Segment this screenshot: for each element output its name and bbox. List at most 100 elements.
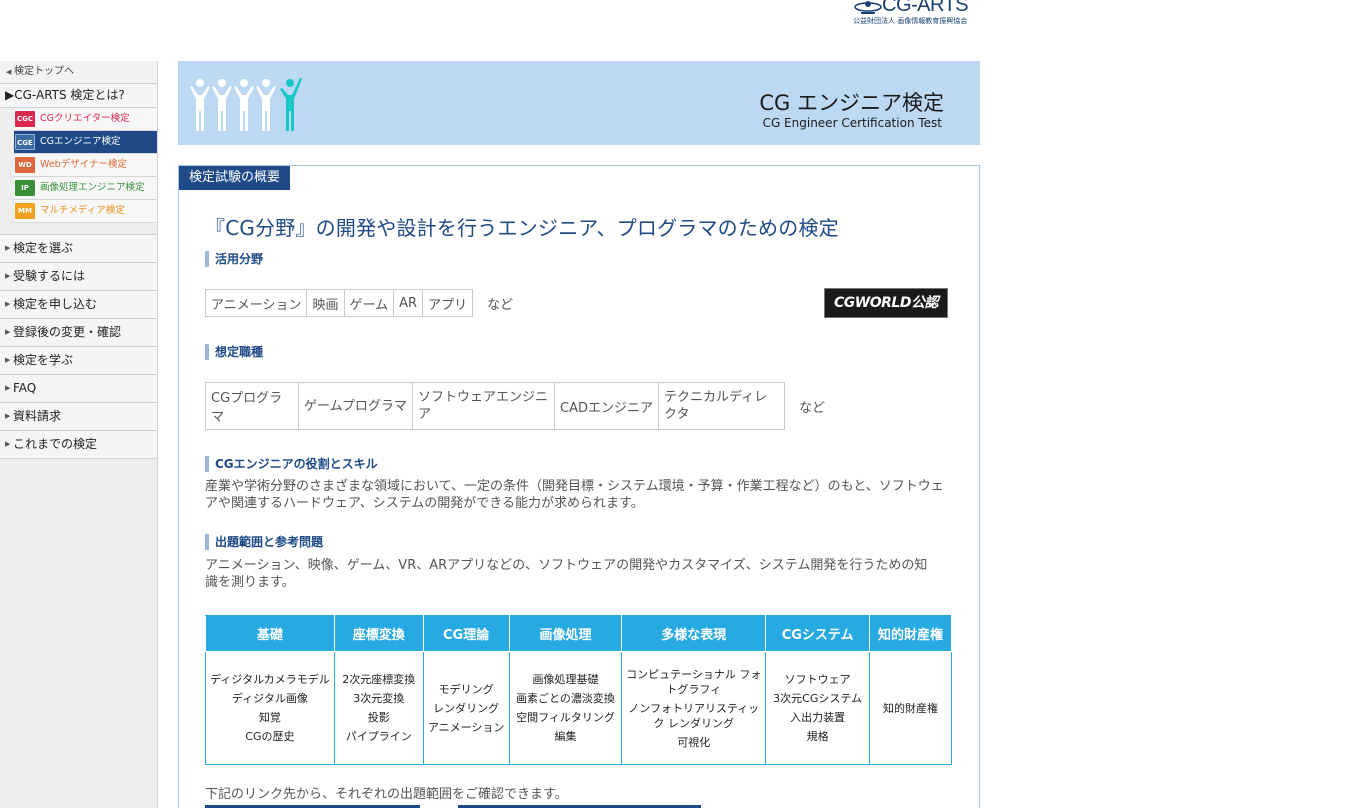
people-icon [190,78,302,131]
sidebar-exam-label: マルチメディア検定 [40,205,125,216]
sidebar-exam-web-designer[interactable]: WD Webデザイナー検定 [14,154,157,177]
sidebar-exam-cg-engineer[interactable]: CGE CGエンジニア検定 [14,131,157,154]
category-item: 空間フィルタリング [516,711,615,724]
jobs-tag-list: CGプログラマ ゲームプログラマ ソフトウェアエンジニア CADエンジニア テク… [205,382,825,430]
category-header: 画像処理 [508,615,623,652]
fields-tag-list: アニメーション 映画 ゲーム AR アプリ など [205,289,513,317]
sidebar-top-link[interactable]: ◀ 検定トップへ [0,61,157,84]
sidebar-item-choose[interactable]: ▶ 検定を選ぶ [0,235,157,263]
field-tag: アニメーション [205,289,307,317]
role-heading: CGエンジニアの役割とスキル [205,456,378,472]
sidebar-item-past-exams[interactable]: ▶ これまでの検定 [0,431,157,459]
category-item: 知的財産権 [883,701,939,715]
role-text: 産業や学術分野のさまざまな領域において、一定の条件（開発目標・システム環境・予算… [205,479,944,511]
overview-panel: 検定試験の概要 『CG分野』の開発や設計を行うエンジニア、プログラマのための検定… [178,165,980,808]
category-item: コンピュテーショナル フォトグラフィ [626,667,762,696]
category-item: 規格 [806,730,829,743]
sidebar-top-link-label: 検定トップへ [14,66,74,77]
cge-badge-icon: CGE [15,134,35,150]
fields-heading: 活用分野 [205,251,263,267]
section-tab: 検定試験の概要 [179,166,291,190]
sidebar-item-about[interactable]: ▶CG-ARTS 検定とは? [0,84,157,108]
job-tag: ゲームプログラマ [298,382,412,430]
field-tag: ゲーム [343,289,394,317]
sidebar-exam-cg-creator[interactable]: CGC CGクリエイター検定 [14,108,157,131]
sidebar-exam-label: 画像処理エンジニア検定 [40,182,145,193]
chevron-right-icon: ▶ [5,300,11,308]
category-item: 入出力装置 [790,711,846,724]
banner-title: CG エンジニア検定 [759,91,944,115]
category-header: CGシステム [765,615,871,652]
sidebar-item-label: 検定を申し込む [13,297,98,311]
sidebar-exam-label: Webデザイナー検定 [40,159,128,170]
category-cell: 画像処理基礎 画素ごとの濃淡変換 空間フィルタリング 編集 [508,651,623,765]
chevron-right-icon: ▶ [5,440,11,448]
category-header: 多様な表現 [621,615,767,652]
chevron-right-icon: ▶ [5,356,11,364]
ip-badge-icon: IP [15,180,35,196]
category-item: 投影 [367,711,390,724]
category-header-row: 基礎 座標変換 CG理論 画像処理 多様な表現 CGシステム 知的財産権 [205,615,952,652]
category-item: 2次元座標変換 [342,673,416,686]
category-item: ソフトウェア [784,673,851,686]
sidebar-item-learn[interactable]: ▶ 検定を学ぶ [0,347,157,375]
sidebar-item-change-confirm[interactable]: ▶ 登録後の変更・確認 [0,319,157,347]
sidebar-exam-image-processing[interactable]: IP 画像処理エンジニア検定 [14,177,157,200]
chevron-right-icon: ▶ [5,272,11,280]
link-intro-text: 下記のリンク先から、それぞれの出題範囲をご確認できます。 [205,787,568,802]
chevron-right-icon: ▶ [5,88,15,102]
category-cell: モデリング レンダリング アニメーション [422,651,510,765]
category-item: パイプライン [345,730,412,743]
sidebar-item-label: 検定を学ぶ [13,353,74,367]
category-cell: 知的財産権 [869,651,952,765]
chevron-left-icon: ◀ [6,68,12,76]
category-cell: ソフトウェア 3次元CGシステム 入出力装置 規格 [765,651,871,765]
category-item: 知覚 [258,711,281,724]
category-item: CGの歴史 [245,730,295,743]
sidebar-item-label: 受験するには [13,269,86,283]
category-header: 基礎 [205,615,335,652]
wd-badge-icon: WD [15,157,35,173]
category-header: 座標変換 [333,615,424,652]
field-tag: アプリ [422,289,474,317]
sidebar-item-about-label: CG-ARTS 検定とは? [14,88,125,102]
category-item: ディジタル画像 [231,692,308,705]
sidebar-item-faq[interactable]: ▶ FAQ [0,375,157,403]
logo-subtitle: 公益財団法人 画像情報教育振興協会 [853,17,968,25]
sidebar-item-how-to-take[interactable]: ▶ 受験するには [0,263,157,291]
jobs-etc: など [799,400,826,416]
sidebar-exam-label: CGエンジニア検定 [40,136,121,147]
category-item: 画像処理基礎 [532,673,599,686]
cgworld-certified-badge[interactable]: CGWORLD公認 [824,288,948,318]
category-items-row: ディジタルカメラモデル ディジタル画像 知覚 CGの歴史 2次元座標変換 3次元… [205,651,952,765]
sidebar-item-label: FAQ [13,381,37,395]
chevron-right-icon: ▶ [5,328,11,336]
cgc-badge-icon: CGC [15,111,35,127]
sidebar-item-apply[interactable]: ▶ 検定を申し込む [0,291,157,319]
sidebar-divider [0,223,157,235]
sidebar-exam-multimedia[interactable]: MM マルチメディア検定 [14,200,157,223]
cg-arts-logo[interactable]: CG-ARTS 公益財団法人 画像情報教育振興協会 [852,0,972,28]
field-tag: 映画 [306,289,344,317]
job-tag: CGプログラマ [205,382,298,430]
category-item: 3次元変換 [353,692,405,705]
page-headline: 『CG分野』の開発や設計を行うエンジニア、プログラマのための検定 [205,216,839,240]
sidebar: ◀ 検定トップへ ▶CG-ARTS 検定とは? CGC CGクリエイター検定 CG… [0,61,158,808]
category-item: レンダリング [433,701,500,715]
scope-heading: 出題範囲と参考問題 [205,534,323,550]
category-header: CG理論 [422,615,510,652]
category-item: 3次元CGシステム [773,692,863,705]
category-item: アニメーション [427,720,505,734]
exam-banner: CG エンジニア検定 CG Engineer Certification Tes… [178,61,980,145]
category-item: モデリング [438,682,494,696]
category-item: ノンフォトリアリスティック レンダリング [628,701,760,730]
jobs-heading: 想定職種 [205,344,263,360]
job-tag: テクニカルディレクタ [658,382,785,430]
sidebar-item-request-docs[interactable]: ▶ 資料請求 [0,403,157,431]
sidebar-exam-label: CGクリエイター検定 [40,113,130,124]
job-tag: ソフトウェアエンジニア [412,382,554,430]
category-item: 画素ごとの濃淡変換 [516,692,615,705]
category-item: 編集 [554,730,577,743]
scope-text: アニメーション、映像、ゲーム、VR、ARアプリなどの、ソフトウェアの開発やカスタ… [205,558,928,590]
category-header: 知的財産権 [869,615,952,652]
